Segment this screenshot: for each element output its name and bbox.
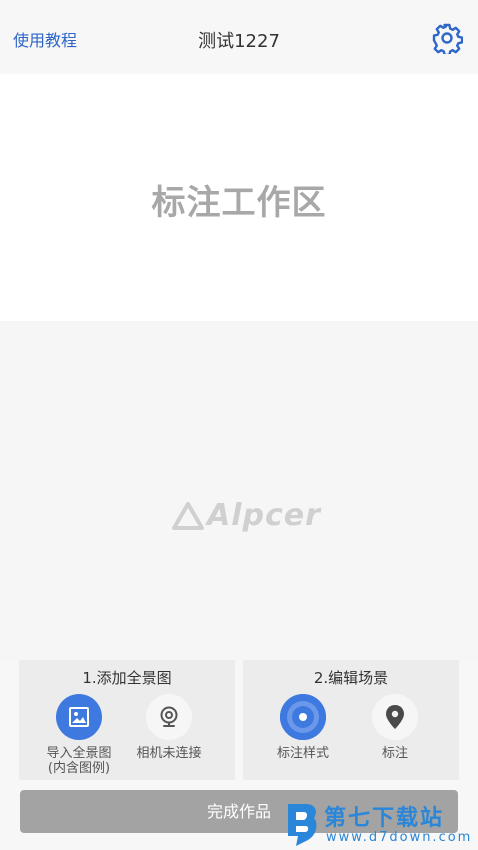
annotate-circle[interactable] (372, 694, 418, 740)
annotation-style-button[interactable]: 标注样式 (253, 694, 353, 761)
alpcer-logo-mark-icon (172, 502, 204, 530)
annotate-label: 标注 (381, 746, 408, 761)
watermark-url: www.d7down.com (326, 830, 473, 845)
image-import-icon (69, 707, 89, 727)
panel-title: 2.编辑场景 (313, 669, 389, 687)
panorama-preview[interactable] (0, 321, 478, 661)
import-panorama-circle[interactable] (56, 694, 102, 740)
annotation-style-label: 标注样式 (276, 746, 329, 761)
edit-scene-panel: 2.编辑场景 标注样式 标注 (243, 660, 459, 780)
panel-title: 1.添加全景图 (82, 669, 172, 687)
location-pin-icon (386, 705, 404, 729)
add-panorama-panel: 1.添加全景图 导入全景图 (内含图例) 相机未连接 (19, 660, 235, 780)
annotation-style-circle[interactable] (280, 694, 326, 740)
import-panorama-sublabel: (内含图例) (47, 761, 111, 776)
annotation-work-area[interactable]: 标注工作区 (0, 74, 478, 321)
watermark: 第七下载站 www.d7down.com (284, 800, 474, 850)
camera-circle[interactable] (146, 694, 192, 740)
import-panorama-label: 导入全景图 (46, 746, 112, 761)
top-bar: 使用教程 测试1227 (0, 0, 478, 74)
import-panorama-button[interactable]: 导入全景图 (内含图例) (29, 694, 129, 776)
camera-button[interactable]: 相机未连接 (119, 694, 219, 761)
alpcer-logo: Alpcer (172, 498, 320, 536)
camera-status-label: 相机未连接 (136, 746, 202, 761)
camera-icon (160, 706, 178, 727)
target-icon (280, 694, 326, 740)
annotate-button[interactable]: 标注 (345, 694, 445, 761)
watermark-logo-icon (288, 804, 317, 846)
watermark-name: 第七下载站 (324, 806, 445, 831)
work-area-label: 标注工作区 (151, 183, 327, 223)
project-title: 测试1227 (198, 31, 280, 52)
brand-text: Alpcer (207, 498, 321, 533)
gear-icon[interactable] (431, 22, 463, 54)
